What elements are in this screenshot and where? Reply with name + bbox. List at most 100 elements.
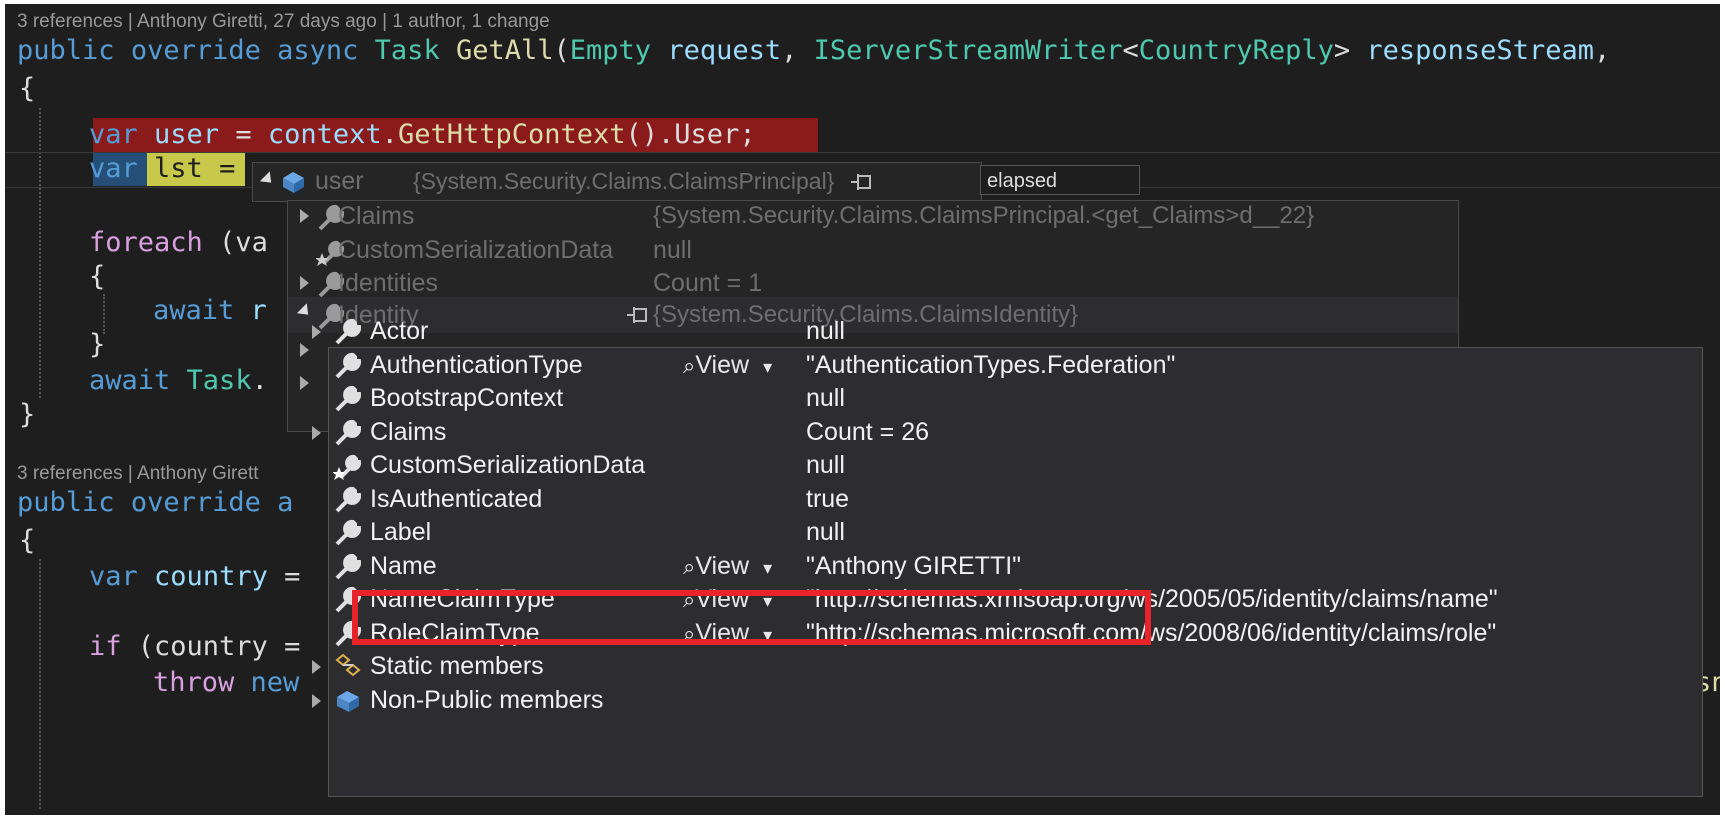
expand-arrow-icon[interactable]: [300, 376, 309, 390]
type-writer: IServerStreamWriter: [813, 35, 1123, 66]
property-value[interactable]: {System.Security.Claims.ClaimsIdentity}: [653, 297, 1078, 333]
property-value[interactable]: null: [806, 514, 845, 550]
code-line-user[interactable]: var user = context.GetHttpContext().User…: [89, 118, 756, 152]
property-name[interactable]: CustomSerializationData: [370, 447, 645, 483]
code-editor[interactable]: 3 references | Anthony Giretti, 27 days …: [5, 4, 1720, 815]
code-brace-open: {: [19, 525, 36, 556]
wrench-star-icon: [333, 454, 362, 480]
expand-arrow-icon[interactable]: [300, 276, 309, 290]
pin-icon[interactable]: [849, 172, 873, 192]
type-countryreply: CountryReply: [1138, 35, 1334, 66]
collapse-arrow-icon[interactable]: [259, 171, 277, 188]
property-name[interactable]: Non-Public members: [370, 682, 603, 718]
view-label: View: [695, 350, 750, 379]
code-fragment: a: [277, 487, 294, 518]
paren: ().: [625, 119, 675, 150]
datatip-header[interactable]: user {System.Security.Claims.ClaimsPrinc…: [252, 162, 982, 202]
code-fragment: (country =: [121, 631, 301, 662]
highlight-box: [352, 590, 1151, 645]
property-value[interactable]: "Anthony GIRETTI": [806, 548, 1021, 584]
op-eq: =: [235, 119, 252, 150]
comma: ,: [781, 35, 798, 66]
property-name[interactable]: Claims: [338, 198, 414, 234]
property-value[interactable]: null: [653, 232, 692, 268]
datatip-var-value[interactable]: {System.Security.Claims.ClaimsPrincipal}: [413, 163, 834, 199]
code-line-lst[interactable]: var lst =: [89, 152, 235, 186]
property-name[interactable]: CustomSerializationData: [338, 232, 613, 268]
dropdown-arrow-icon[interactable]: ▾: [763, 558, 772, 578]
method-gethttpcontext: GetHttpContext: [397, 119, 626, 150]
property-name[interactable]: Actor: [370, 313, 428, 349]
property-name[interactable]: AuthenticationType: [370, 347, 583, 383]
property-name[interactable]: Identities: [338, 265, 438, 301]
expand-arrow-icon[interactable]: [312, 693, 321, 708]
wrench-icon: [335, 553, 362, 579]
property-value[interactable]: {System.Security.Claims.ClaimsPrincipal.…: [653, 198, 1314, 234]
type-task: Task: [374, 35, 440, 66]
property-name[interactable]: BootstrapContext: [370, 380, 563, 416]
code-line-country[interactable]: var country =: [89, 560, 300, 594]
kw-override: override: [130, 35, 261, 66]
property-name[interactable]: Static members: [370, 648, 544, 684]
property-value[interactable]: true: [806, 481, 849, 517]
code-line-foreach[interactable]: foreach (va: [89, 226, 268, 260]
property-name[interactable]: Claims: [370, 414, 446, 450]
expand-arrow-icon[interactable]: [312, 660, 321, 674]
property-value[interactable]: null: [806, 447, 845, 483]
code-line-if[interactable]: if (country =: [89, 630, 300, 664]
prop-user: User: [674, 119, 740, 150]
property-value[interactable]: null: [806, 380, 845, 416]
code-line-await-task[interactable]: await Task.: [89, 364, 268, 398]
object-icon: [337, 690, 359, 712]
var-lst: lst: [154, 153, 203, 184]
property-value[interactable]: Count = 26: [806, 414, 929, 450]
property-value[interactable]: Count = 1: [653, 265, 762, 301]
wrench-icon: [335, 352, 362, 378]
code-line-method-signature[interactable]: public override async Task GetAll(Empty …: [17, 34, 1610, 68]
op-eq: =: [284, 561, 301, 592]
code-line-method-signature-2[interactable]: public override a: [17, 486, 293, 520]
code-line-throw[interactable]: throw new: [153, 666, 299, 700]
kw-throw: throw: [153, 667, 235, 698]
expand-arrow-icon[interactable]: [300, 209, 309, 223]
semicolon: ;: [739, 119, 756, 150]
method-getall: GetAll: [455, 35, 554, 66]
kw-await: await: [89, 365, 171, 396]
param-context: context: [267, 119, 382, 150]
code-line-await[interactable]: await r: [153, 294, 267, 328]
wrench-icon: [335, 385, 362, 412]
wrench-icon: [335, 318, 362, 345]
property-value[interactable]: "AuthenticationTypes.Federation": [806, 347, 1175, 383]
expand-arrow-icon[interactable]: [312, 325, 321, 339]
dot: .: [381, 119, 398, 150]
kw-public: public: [17, 35, 115, 66]
view-button[interactable]: ⌕View ▾: [683, 351, 772, 380]
codelens-getall[interactable]: 3 references | Anthony Giretti, 27 days …: [17, 11, 550, 33]
var-user[interactable]: user: [154, 119, 219, 150]
kw-var: var: [89, 119, 138, 150]
pin-icon[interactable]: [625, 305, 649, 325]
code-brace-close: }: [89, 329, 106, 360]
kw-async: async: [277, 35, 359, 66]
type-empty: Empty: [569, 35, 652, 66]
kw-new: new: [250, 667, 300, 698]
dropdown-arrow-icon[interactable]: ▾: [763, 357, 772, 377]
expand-arrow-icon[interactable]: [312, 425, 321, 440]
static-members-icon: [335, 653, 361, 677]
kw-var: var: [89, 561, 138, 592]
property-name[interactable]: Label: [370, 514, 431, 550]
lt: <: [1122, 35, 1139, 66]
magnifier-icon: ⌕: [683, 352, 696, 378]
codelens-second[interactable]: 3 references | Anthony Girett: [17, 463, 259, 485]
datatip-var-name[interactable]: user: [315, 163, 364, 199]
view-button[interactable]: ⌕View ▾: [683, 552, 772, 581]
property-name[interactable]: IsAuthenticated: [370, 481, 542, 517]
expand-arrow-icon[interactable]: [300, 343, 309, 357]
gt: >: [1333, 35, 1351, 66]
magnifier-icon: ⌕: [683, 553, 696, 579]
type-task: Task: [186, 365, 252, 396]
property-name[interactable]: Name: [370, 548, 437, 584]
property-value[interactable]: null: [806, 313, 845, 349]
param-request: request: [667, 35, 782, 66]
code-brace-open: {: [19, 73, 36, 104]
